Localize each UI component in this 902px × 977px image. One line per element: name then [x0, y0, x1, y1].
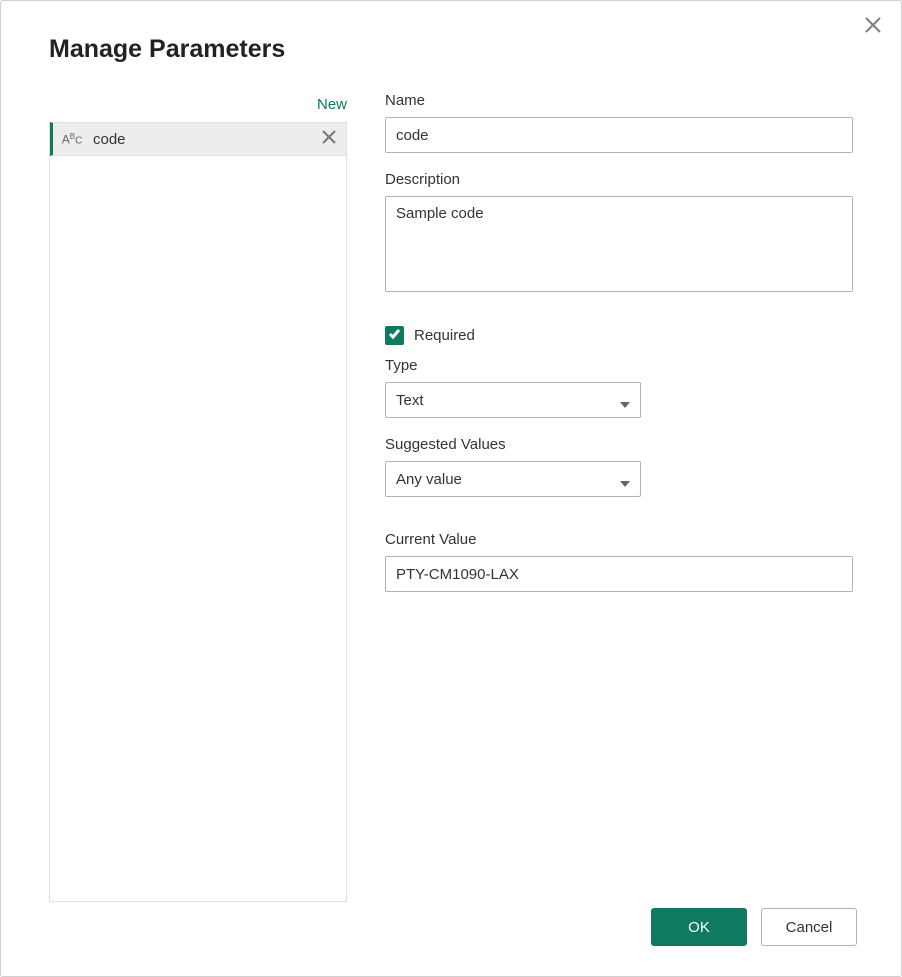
required-row: Required [385, 326, 853, 345]
delete-parameter-button[interactable] [320, 130, 338, 148]
new-parameter-link[interactable]: New [317, 96, 347, 113]
check-icon [388, 327, 401, 345]
name-input[interactable] [385, 117, 853, 153]
required-label: Required [414, 327, 475, 344]
parameter-item-code[interactable]: ABC code [50, 122, 346, 156]
ok-button[interactable]: OK [651, 908, 747, 946]
suggested-values-value: Any value [396, 471, 462, 488]
parameter-item-name: code [93, 131, 310, 148]
type-select-value: Text [396, 392, 424, 409]
close-icon [864, 16, 882, 39]
text-type-icon: ABC [61, 132, 83, 147]
cancel-button[interactable]: Cancel [761, 908, 857, 946]
type-select[interactable]: Text [385, 382, 641, 418]
current-value-label: Current Value [385, 531, 853, 548]
new-row: New [49, 92, 347, 116]
dialog-footer: OK Cancel [1, 902, 901, 976]
required-checkbox[interactable] [385, 326, 404, 345]
chevron-down-icon [620, 474, 630, 484]
parameter-form: Name Description Required Type Text [385, 92, 853, 902]
delete-icon [322, 130, 336, 149]
description-input[interactable] [385, 196, 853, 292]
current-value-input[interactable] [385, 556, 853, 592]
description-label: Description [385, 171, 853, 188]
close-button[interactable] [861, 15, 885, 39]
chevron-down-icon [620, 395, 630, 405]
manage-parameters-dialog: Manage Parameters New ABC code Name [0, 0, 902, 977]
name-label: Name [385, 92, 853, 109]
parameter-list-panel: New ABC code [49, 92, 347, 902]
parameter-list: ABC code [49, 122, 347, 902]
suggested-values-select[interactable]: Any value [385, 461, 641, 497]
type-label: Type [385, 357, 853, 374]
dialog-body: New ABC code Name Description [1, 64, 901, 902]
suggested-values-label: Suggested Values [385, 436, 853, 453]
dialog-title: Manage Parameters [1, 1, 901, 64]
